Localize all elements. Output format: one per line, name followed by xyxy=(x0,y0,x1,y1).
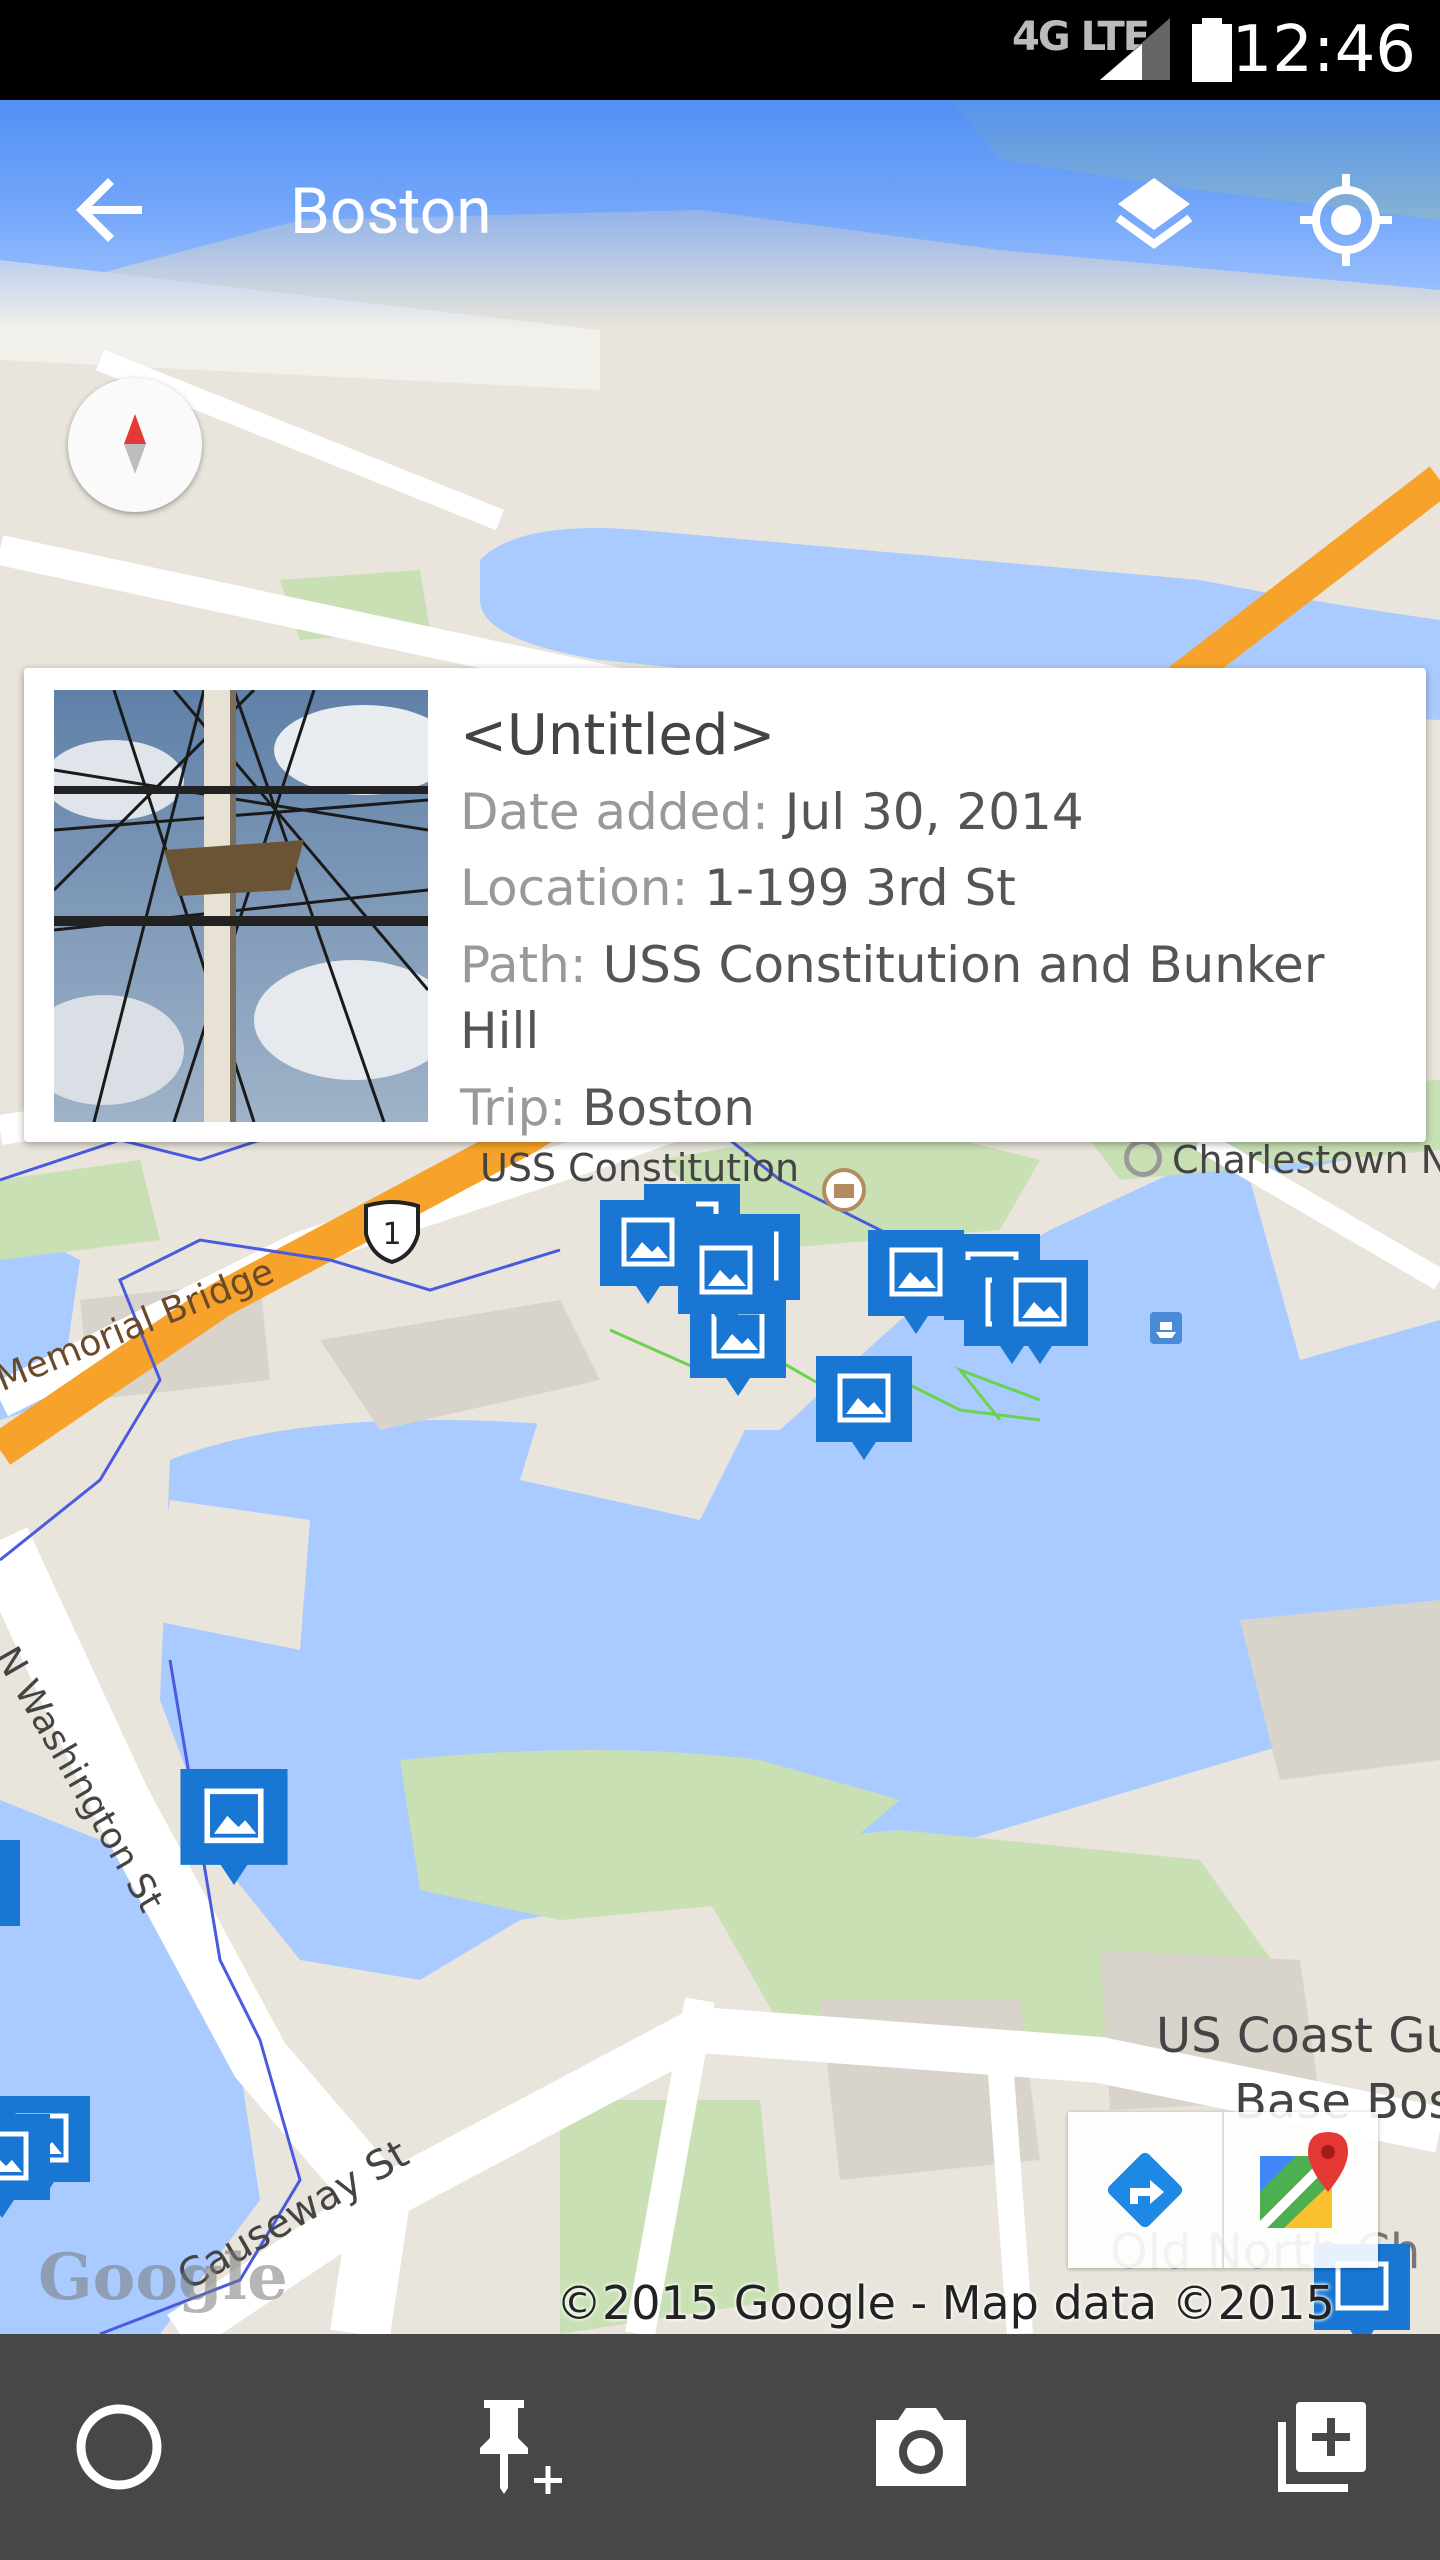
photo-marker[interactable] xyxy=(988,1256,1092,1368)
page-title: Boston xyxy=(290,174,492,249)
date-added-row: Date added: Jul 30, 2014 xyxy=(460,774,1366,850)
map-view[interactable]: USS Constitution Charlestown N Memorial … xyxy=(0,100,1440,2334)
layers-icon[interactable] xyxy=(1112,172,1196,256)
directions-icon xyxy=(1107,2152,1183,2228)
trip-label: Trip: xyxy=(460,1079,583,1137)
photo-marker[interactable] xyxy=(812,1352,916,1464)
camera-icon[interactable] xyxy=(866,2392,976,2502)
my-location-icon[interactable] xyxy=(1298,172,1394,268)
date-added-label: Date added: xyxy=(460,783,785,841)
back-arrow-icon[interactable] xyxy=(70,168,154,252)
photo-title: <Untitled> xyxy=(460,703,776,768)
bottom-action-bar xyxy=(0,2334,1440,2560)
signal-icon xyxy=(1100,18,1170,80)
location-value: 1-199 3rd St xyxy=(704,859,1016,917)
photo-info-window[interactable]: <Untitled> Date added: Jul 30, 2014 Loca… xyxy=(24,668,1426,1142)
date-added-value: Jul 30, 2014 xyxy=(784,783,1084,841)
compass-icon xyxy=(124,414,146,474)
museum-icon xyxy=(822,1168,866,1212)
path-row: Path: USS Constitution and Bunker Hill xyxy=(460,932,1366,1064)
directions-button[interactable] xyxy=(1068,2112,1224,2268)
photo-marker[interactable] xyxy=(0,2110,54,2222)
app-bar xyxy=(0,100,1440,330)
add-pin-icon[interactable] xyxy=(462,2392,572,2502)
photo-info-details: <Untitled> Date added: Jul 30, 2014 Loca… xyxy=(460,698,1366,1146)
status-time: 12:46 xyxy=(1231,13,1416,87)
ferry-icon xyxy=(1150,1312,1182,1344)
photo-thumbnail[interactable] xyxy=(54,690,428,1122)
map-toolbar xyxy=(1068,2112,1378,2268)
google-logo: Google xyxy=(38,2240,288,2315)
trip-value: Boston xyxy=(582,1079,755,1137)
location-label: Location: xyxy=(460,859,705,917)
status-bar: 4G LTE 12:46 xyxy=(0,0,1440,100)
photo-thumbnail-image xyxy=(54,690,428,1122)
add-box-icon[interactable] xyxy=(1266,2392,1376,2502)
record-circle-icon[interactable] xyxy=(64,2392,174,2502)
google-maps-icon xyxy=(1256,2132,1348,2232)
map-label-coast-guard: US Coast Gu xyxy=(1156,2008,1440,2064)
photo-marker[interactable] xyxy=(674,1224,778,1336)
battery-icon xyxy=(1192,18,1232,82)
route-shield-number: 1 xyxy=(382,1217,401,1252)
open-in-maps-button[interactable] xyxy=(1224,2112,1378,2268)
path-label: Path: xyxy=(460,936,603,994)
location-row: Location: 1-199 3rd St xyxy=(460,850,1366,926)
route-shield-icon: 1 xyxy=(364,1200,420,1264)
compass-button[interactable] xyxy=(68,378,202,512)
photo-marker[interactable] xyxy=(0,1836,24,1948)
trip-row: Trip: Boston xyxy=(460,1070,1366,1146)
photo-marker[interactable] xyxy=(176,1764,292,1890)
